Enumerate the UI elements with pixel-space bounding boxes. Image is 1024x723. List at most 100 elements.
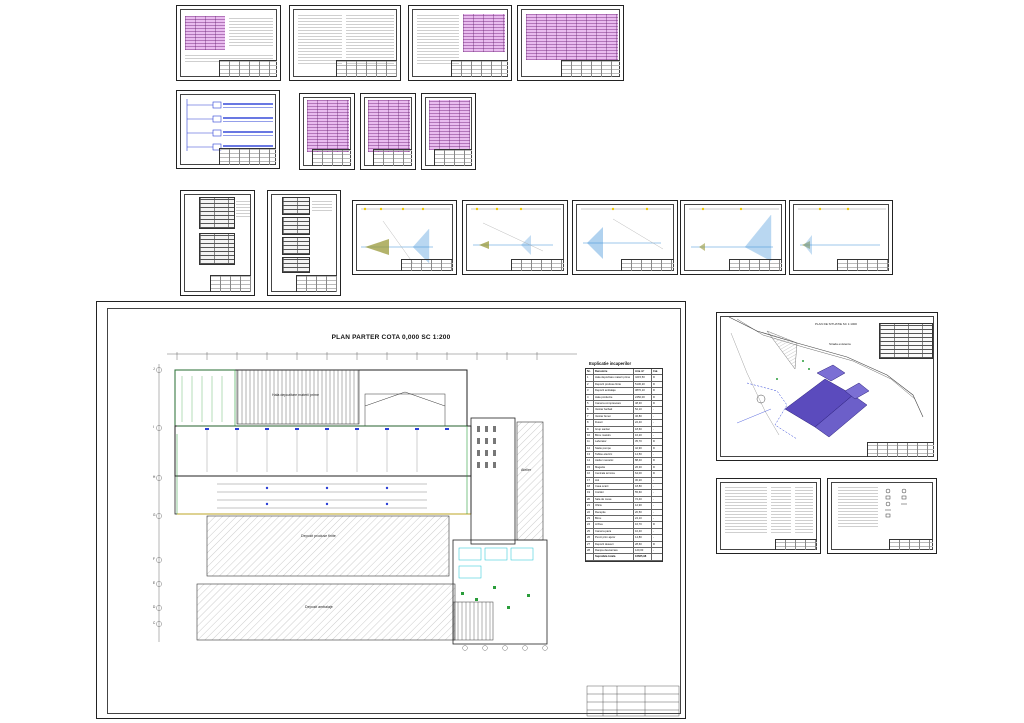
legend-cell: 72,40 — [634, 496, 652, 503]
legend-cell: 26,30 — [634, 464, 652, 471]
legend-cell: Dusuri — [594, 420, 634, 426]
legend-cell: - — [653, 453, 654, 457]
legend-row: Suprafata totala 16665,98 — [586, 554, 662, 561]
label-side-room: Atelier — [521, 468, 532, 472]
sheet-panel-schedule-2[interactable] — [267, 190, 341, 296]
sheet-calculation-table[interactable] — [517, 5, 624, 81]
legend-cell: D — [653, 459, 655, 463]
legend-cell: 25 — [586, 528, 594, 535]
legend-cell: Arhiva — [594, 522, 634, 528]
legend-cell: Aria m² — [634, 369, 652, 375]
sheet-single-line-diagram[interactable] — [176, 90, 280, 169]
sheet-symbol-legend[interactable] — [827, 478, 937, 554]
grid-letter: J — [153, 367, 155, 371]
legend-cell: Nr. — [586, 369, 594, 375]
legend-cell: D — [653, 376, 655, 380]
legend-cell: Punct prim ajutor — [594, 535, 634, 541]
label-middle-warehouse: Depozit produse finite — [301, 534, 336, 538]
legend-cell: Tablou electric — [594, 452, 634, 458]
legend-cell: 13 — [586, 452, 594, 458]
legend-cell: 20 — [586, 496, 594, 503]
sheet-floor-plan-main[interactable]: PLAN PARTER COTA 0,000 SC 1:200 Hala dep… — [96, 301, 686, 719]
legend-cell: 120,00 — [634, 547, 652, 554]
legend-cell: 16665,98 — [634, 554, 652, 560]
legend-cell: 14,50 — [634, 452, 652, 458]
legend-cell: 46,80 — [634, 413, 652, 420]
legend-cell: Hala productie — [594, 394, 634, 400]
legend-table: Nr. Denumire Aria m² Cat. 1 Hala depozitare m… — [585, 368, 663, 562]
sheet-specification-list[interactable] — [716, 478, 821, 554]
sheet-lighting-calc-4[interactable] — [680, 200, 786, 275]
legend-cell: 48,30 — [634, 400, 652, 407]
legend-cell: 16,20 — [634, 432, 652, 439]
legend-cell: 18,60 — [634, 426, 652, 432]
legend-cell: 2450,00 — [634, 394, 652, 400]
legend-cell: Depozit produse finite — [594, 381, 634, 388]
legend-cell: D — [653, 440, 655, 444]
sheet-panel-schedule-1[interactable] — [180, 190, 255, 296]
sheet-memoriu-2[interactable] — [408, 5, 512, 81]
sheet-table-a[interactable] — [299, 93, 355, 170]
legend-cell — [652, 554, 662, 559]
legend-cell: 27 — [586, 541, 594, 547]
legend-cell: 64,00 — [634, 471, 652, 477]
legend-cell: - — [653, 408, 654, 412]
legend-cell: 18 — [586, 484, 594, 490]
legend-cell: Coridor — [594, 490, 634, 496]
sheet-table-b[interactable] — [360, 93, 416, 170]
legend-cell: 5130,20 — [634, 381, 652, 388]
legend-cell: Sala de mese — [594, 496, 634, 503]
legend-cell: 20,50 — [634, 509, 652, 515]
legend-cell: 2 — [586, 381, 594, 388]
sheet-lighting-calc-1[interactable] — [352, 200, 457, 275]
grid-letter: H — [153, 475, 156, 479]
legend-cell: D — [653, 389, 655, 393]
legend-cell: D — [653, 472, 655, 476]
legend-cell: 6 — [586, 407, 594, 413]
legend-cell: Suprafata totala — [594, 554, 634, 560]
legend-cell: 10 — [586, 432, 594, 439]
legend-cell: 23 — [586, 515, 594, 522]
sheet-site-plan[interactable]: PLAN DE SITUATIE SC 1:1000 Strada existe… — [716, 312, 938, 461]
legend-cell: 8 — [586, 420, 594, 426]
cad-drawing-set-overview: { "floor_plan": { "title": "PLAN PARTER … — [0, 0, 1024, 723]
legend-cell: Camera paza — [594, 528, 634, 535]
sheet-memoriu-1[interactable] — [289, 5, 401, 81]
legend-cell: - — [653, 421, 654, 425]
site-plan-title: PLAN DE SITUATIE SC 1:1000 — [815, 322, 857, 326]
sheet-general-notes[interactable] — [176, 5, 281, 81]
legend-cell: 28,60 — [634, 541, 652, 547]
legend-cell: 7 — [586, 413, 594, 420]
legend-cell: 5 — [586, 400, 594, 407]
legend-cell: 14,80 — [634, 535, 652, 541]
legend-cell: 16,70 — [634, 522, 652, 528]
legend-cell: Birou — [594, 515, 634, 522]
legend-cell: - — [653, 510, 654, 514]
legend-cell: D — [653, 401, 655, 405]
legend-cell: - — [653, 497, 654, 501]
legend-cell: Casa scarii — [594, 484, 634, 490]
site-road-label: Strada existenta — [829, 342, 851, 346]
sheet-lighting-calc-3[interactable] — [572, 200, 678, 275]
legend-cell: - — [653, 478, 654, 482]
site-legend-table — [879, 323, 933, 359]
legend-cell: Camera compresoare — [594, 400, 634, 407]
legend-cell: 55,60 — [634, 490, 652, 496]
legend-cell: Centrala termica — [594, 471, 634, 477]
legend-cell: Rampa descarcare — [594, 547, 634, 554]
legend-cell: 42,90 — [634, 445, 652, 452]
legend-cell: 4 — [586, 394, 594, 400]
sheet-lighting-calc-5[interactable] — [789, 200, 893, 275]
legend-cell: - — [653, 433, 654, 437]
legend-cell: 14 — [586, 458, 594, 464]
sheet-table-c[interactable] — [421, 93, 476, 170]
sheet-lighting-calc-2[interactable] — [462, 200, 568, 275]
legend-cell: 24,10 — [634, 515, 652, 522]
label-upper-hall: Hala depozitare materii prime — [272, 393, 319, 397]
legend-cell: 4215,50 — [634, 375, 652, 381]
legend-title: Explicatie incaperilor — [589, 361, 632, 366]
legend-cell: Vestiar barbati — [594, 407, 634, 413]
legend-cell: - — [653, 414, 654, 418]
legend-cell: Vestiar femei — [594, 413, 634, 420]
legend-cell: 17 — [586, 477, 594, 484]
